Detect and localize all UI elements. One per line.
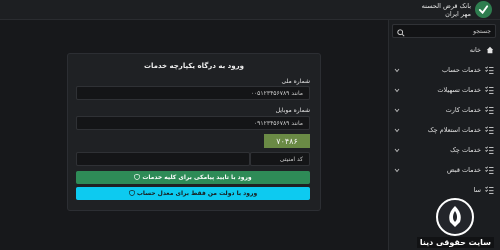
sidebar-item-other[interactable]: سا	[388, 180, 500, 200]
sidebar-item-account-services[interactable]: خدمات حساب	[388, 60, 500, 80]
shield-check-icon	[134, 173, 141, 182]
captcha-extra-field	[76, 152, 250, 166]
dolat-man-login-button[interactable]: ورود با دولت من فقط برای معدل حساب	[76, 187, 310, 200]
captcha-input[interactable]: کد امنیتی	[250, 152, 310, 166]
top-header: بانک قرض الحسنه مهر ایران	[0, 0, 500, 20]
sidebar-item-label: خانه	[469, 46, 481, 54]
chevron-down-icon	[394, 147, 400, 155]
sms-login-button[interactable]: ورود با تایید پیامکی برای کلیه خدمات	[76, 171, 310, 184]
chevron-down-icon	[394, 107, 400, 115]
sidebar-nav: خانه خدمات حساب خدمات تسهیلات خدمات کارت…	[388, 40, 500, 200]
login-title: ورود به درگاه یکپارچه خدمات	[144, 62, 244, 70]
captcha-input-row: کد امنیتی	[76, 152, 310, 166]
sidebar-item-label: خدمات کارت	[445, 106, 481, 114]
home-icon	[485, 46, 494, 55]
sidebar-item-label: خدمات استعلام چک	[427, 126, 481, 134]
captcha-image: ۷۰۴۸۶	[264, 134, 310, 148]
brand-line-1: بانک قرض الحسنه	[421, 1, 471, 10]
captcha-image-row: ۷۰۴۸۶	[76, 134, 310, 148]
national-id-label: شماره ملی	[281, 78, 310, 85]
brand-name: بانک قرض الحسنه مهر ایران	[422, 2, 471, 18]
sidebar-item-label: خدمات حساب	[442, 66, 481, 74]
dolat-man-login-label: ورود با دولت من فقط برای معدل حساب	[136, 190, 258, 197]
sidebar-item-card-services[interactable]: خدمات کارت	[388, 100, 500, 120]
checklist-icon	[485, 66, 494, 75]
sms-login-label: ورود با تایید پیامکی برای کلیه خدمات	[142, 174, 252, 181]
sidebar-item-label: خدمات قبض	[446, 166, 481, 174]
sidebar-item-loan-services[interactable]: خدمات تسهیلات	[388, 80, 500, 100]
sidebar-item-label: خدمات تسهیلات	[437, 86, 481, 94]
sidebar-item-label: سا	[473, 186, 481, 194]
checklist-icon	[485, 186, 494, 195]
checklist-icon	[485, 166, 494, 175]
watermark: سایت حقوقی دینا	[416, 198, 494, 248]
shield-check-icon	[129, 189, 135, 198]
mobile-label: شماره موبایل	[275, 107, 310, 114]
sidebar-item-bill-services[interactable]: خدمات قبض	[388, 160, 500, 180]
watermark-text: سایت حقوقی دینا	[416, 237, 494, 248]
bank-logo-icon	[475, 1, 492, 18]
search-input[interactable]	[411, 27, 491, 35]
sidebar-item-label: خدمات چک	[450, 146, 481, 154]
main-content: ورود به درگاه یکپارچه خدمات شماره ملی ما…	[0, 20, 388, 250]
brand[interactable]: بانک قرض الحسنه مهر ایران	[422, 1, 492, 18]
checklist-icon	[485, 126, 494, 135]
chevron-down-icon	[394, 127, 400, 135]
mobile-field[interactable]: مانند ۰۹۱۲۳۴۵۶۷۸۹	[76, 116, 310, 130]
dina-logo-icon	[436, 198, 475, 236]
brand-line-2: مهر ایران	[445, 9, 471, 18]
chevron-down-icon	[394, 167, 400, 175]
national-id-field[interactable]: مانند ۰۰۵۱۲۳۴۵۶۷۸۹	[76, 86, 310, 100]
sidebar-item-home[interactable]: خانه	[388, 40, 500, 60]
checklist-icon	[485, 86, 494, 95]
login-card: ورود به درگاه یکپارچه خدمات شماره ملی ما…	[67, 53, 321, 211]
sidebar-item-cheque-inquiry[interactable]: خدمات استعلام چک	[388, 120, 500, 140]
chevron-down-icon	[394, 87, 400, 95]
sidebar-item-cheque-services[interactable]: خدمات چک	[388, 140, 500, 160]
search-icon[interactable]	[397, 22, 405, 41]
chevron-down-icon	[394, 67, 400, 75]
sidebar-search	[392, 24, 496, 38]
checklist-icon	[485, 106, 494, 115]
checklist-icon	[485, 146, 494, 155]
